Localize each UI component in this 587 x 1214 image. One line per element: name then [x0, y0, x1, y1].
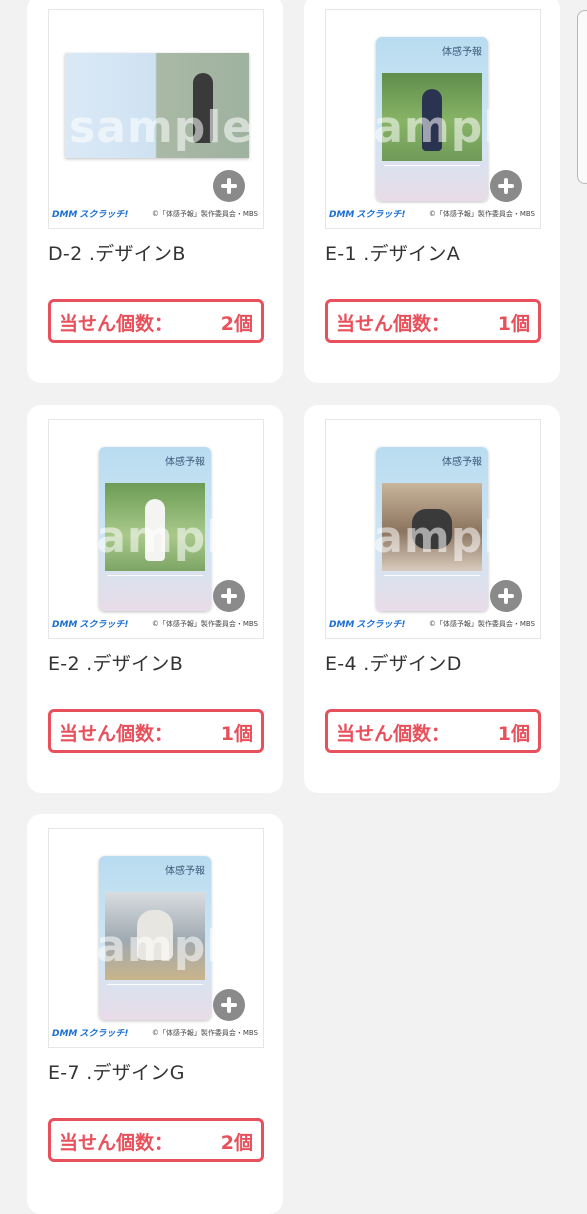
card-logo: 体感予報 [165, 866, 205, 877]
win-count-value: 2個 [220, 1132, 253, 1154]
add-icon[interactable] [213, 580, 245, 612]
photo [382, 73, 482, 161]
brand-prefix: DMM [329, 210, 355, 220]
dmm-scratch-logo: DMM スクラッチ! [52, 207, 129, 220]
prize-card[interactable]: 体感予報 sample DMM スクラッチ! ©「体感予報」製作委員会・MBS E… [304, 405, 560, 793]
dmm-scratch-logo: DMM スクラッチ! [329, 617, 406, 630]
card-logo: 体感予報 [442, 47, 482, 58]
add-icon[interactable] [213, 170, 245, 202]
win-count-box: 当せん個数： 1個 [325, 709, 541, 753]
win-count-label: 当せん個数： [59, 1132, 174, 1154]
win-count-box: 当せん個数： 2個 [48, 1118, 264, 1162]
win-count-label: 当せん個数： [336, 313, 451, 335]
scrollbar-handle[interactable] [577, 10, 587, 184]
brand-name: スクラッチ! [79, 1029, 129, 1039]
person-figure [145, 499, 165, 561]
add-icon[interactable] [490, 580, 522, 612]
prize-thumbnail: 体感予報 sample DMM スクラッチ! ©「体感予報」製作委員会・MBS [325, 9, 541, 229]
prize-card[interactable]: 体感予報 sample DMM スクラッチ! ©「体感予報」製作委員会・MBS E… [27, 814, 283, 1214]
prize-thumbnail: sample DMM スクラッチ! ©「体感予報」製作委員会・MBS [48, 9, 264, 229]
win-count-label: 当せん個数： [59, 723, 174, 745]
card-logo: 体感予報 [165, 457, 205, 468]
prize-title: E-4 .デザインD [325, 653, 462, 675]
prize-thumbnail: 体感予報 sample DMM スクラッチ! ©「体感予報」製作委員会・MBS [48, 419, 264, 639]
person-figure [137, 910, 173, 960]
card-ui-row [384, 575, 480, 582]
dmm-scratch-logo: DMM スクラッチ! [52, 617, 129, 630]
prize-title: E-7 .デザインG [48, 1062, 185, 1084]
person-figure [193, 73, 213, 143]
prize-card[interactable]: 体感予報 sample DMM スクラッチ! ©「体感予報」製作委員会・MBS E… [27, 405, 283, 793]
brand-prefix: DMM [52, 210, 78, 220]
card-logo: 体感予報 [442, 457, 482, 468]
person-figure [422, 89, 442, 151]
brand-name: スクラッチ! [79, 210, 129, 220]
copyright-text: ©「体感予報」製作委員会・MBS [428, 620, 535, 628]
copyright-text: ©「体感予報」製作委員会・MBS [151, 1029, 258, 1037]
prize-title: E-1 .デザインA [325, 243, 461, 265]
prize-thumbnail: 体感予報 sample DMM スクラッチ! ©「体感予報」製作委員会・MBS [48, 828, 264, 1048]
dmm-scratch-logo: DMM スクラッチ! [52, 1026, 129, 1039]
brand-name: スクラッチ! [356, 620, 406, 630]
win-count-value: 2個 [220, 313, 253, 335]
win-count-box: 当せん個数： 1個 [48, 709, 264, 753]
prize-card[interactable]: 体感予報 sample DMM スクラッチ! ©「体感予報」製作委員会・MBS E… [304, 0, 560, 383]
win-count-box: 当せん個数： 1個 [325, 299, 541, 343]
prize-card[interactable]: sample DMM スクラッチ! ©「体感予報」製作委員会・MBS D-2 .デ… [27, 0, 283, 383]
brand-prefix: DMM [52, 620, 78, 630]
photo [105, 892, 205, 980]
card-ui-row [107, 984, 203, 991]
dmm-scratch-logo: DMM スクラッチ! [329, 207, 406, 220]
brand-name: スクラッチ! [79, 620, 129, 630]
prize-image: 体感予報 [99, 447, 211, 611]
person-figure [412, 509, 452, 549]
add-icon[interactable] [490, 170, 522, 202]
prize-image: 体感予報 [376, 447, 488, 611]
card-ui-row [384, 165, 480, 172]
win-count-box: 当せん個数： 2個 [48, 299, 264, 343]
copyright-text: ©「体感予報」製作委員会・MBS [428, 210, 535, 218]
copyright-text: ©「体感予報」製作委員会・MBS [151, 620, 258, 628]
win-count-value: 1個 [497, 723, 530, 745]
prize-title: D-2 .デザインB [48, 243, 186, 265]
brand-name: スクラッチ! [356, 210, 406, 220]
win-count-label: 当せん個数： [59, 313, 174, 335]
photo [382, 483, 482, 571]
win-count-value: 1個 [497, 313, 530, 335]
prize-image: 体感予報 [99, 856, 211, 1020]
prize-image: 体感予報 [376, 37, 488, 201]
prize-thumbnail: 体感予報 sample DMM スクラッチ! ©「体感予報」製作委員会・MBS [325, 419, 541, 639]
brand-prefix: DMM [52, 1029, 78, 1039]
prize-image [65, 53, 249, 158]
add-icon[interactable] [213, 989, 245, 1021]
photo [105, 483, 205, 571]
copyright-text: ©「体感予報」製作委員会・MBS [151, 210, 258, 218]
card-ui-row [107, 575, 203, 582]
prize-title: E-2 .デザインB [48, 653, 184, 675]
brand-prefix: DMM [329, 620, 355, 630]
win-count-label: 当せん個数： [336, 723, 451, 745]
win-count-value: 1個 [220, 723, 253, 745]
